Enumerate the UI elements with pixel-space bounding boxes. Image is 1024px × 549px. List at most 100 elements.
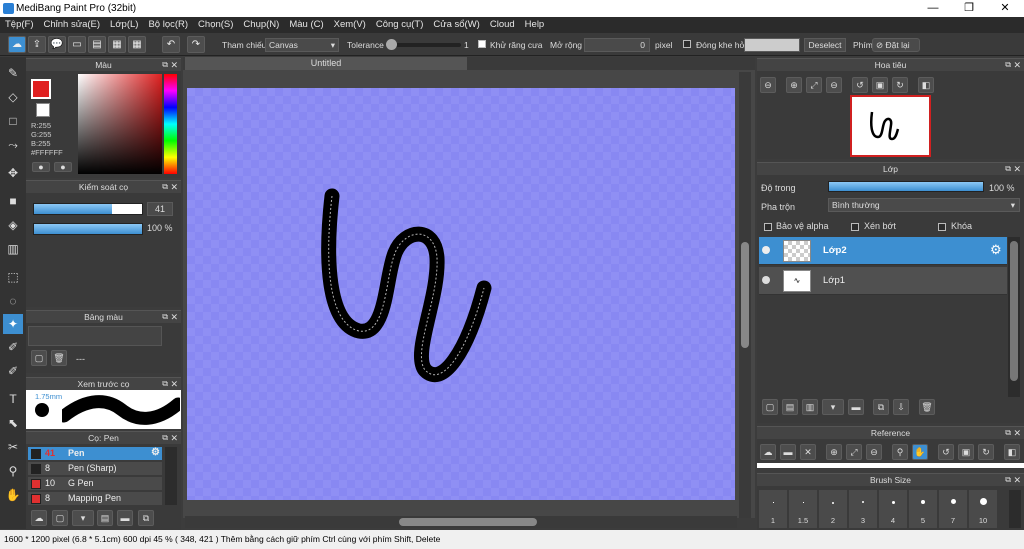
protect-alpha-checkbox[interactable] <box>764 221 772 231</box>
blend-mode-select[interactable]: Bình thường ▾ <box>828 198 1020 212</box>
close-icon[interactable]: ✕ <box>170 59 178 71</box>
palette-list[interactable] <box>28 326 162 346</box>
open-folder-icon[interactable]: ▬ <box>780 444 796 460</box>
rotate-left-icon[interactable]: ↺ <box>938 444 954 460</box>
menu-tools[interactable]: Công cụ(T) <box>371 17 429 33</box>
menu-window[interactable]: Cửa sổ(W) <box>428 17 484 33</box>
layer-row-lop1[interactable]: ∿ Lớp1 <box>759 267 1007 295</box>
new-layer-icon[interactable]: ▢ <box>762 399 778 415</box>
tolerance-slider[interactable] <box>388 43 461 47</box>
reference-select[interactable]: Canvas ▾ <box>265 38 339 52</box>
eraser-tool-icon[interactable]: ◇ <box>3 87 23 107</box>
new-palette-icon[interactable]: ▢ <box>31 350 47 366</box>
rotate-left-icon[interactable]: ↺ <box>852 77 868 93</box>
layers-scroll-thumb[interactable] <box>1010 241 1018 381</box>
select-eraser-tool-icon[interactable]: ✐ <box>3 361 23 381</box>
menu-view[interactable]: Xem(V) <box>329 17 371 33</box>
bucket-tool-icon[interactable]: ◈ <box>3 215 23 235</box>
brush-size-slider[interactable] <box>33 203 143 215</box>
float-icon[interactable]: ⧉ <box>162 378 168 390</box>
panel-icon[interactable]: ▦ <box>108 36 126 53</box>
document-canvas[interactable] <box>187 88 735 500</box>
brush-item-pen-sharp[interactable]: 8 Pen (Sharp) <box>28 462 162 476</box>
vscroll-thumb[interactable] <box>741 242 749 348</box>
layers-scrollbar[interactable] <box>1008 237 1020 397</box>
move-tool-icon[interactable]: ✥ <box>3 163 23 183</box>
brush-item-pen[interactable]: 41 Pen ⚙ <box>28 447 162 461</box>
menu-cloud[interactable]: Cloud <box>485 17 520 33</box>
layer-row-lop2[interactable]: Lớp2 ⚙ <box>759 237 1007 265</box>
size-cell[interactable]: 1.5 <box>789 490 817 528</box>
reset-view-icon[interactable]: ▣ <box>958 444 974 460</box>
comment-icon[interactable]: 💬 <box>48 36 66 53</box>
background-color-swatch[interactable] <box>36 103 50 117</box>
brush-item-g-pen[interactable]: 10 G Pen <box>28 477 162 491</box>
saturation-value-picker[interactable] <box>78 74 162 174</box>
lock-checkbox[interactable] <box>938 221 946 231</box>
operation-tool-icon[interactable]: ⬉ <box>3 413 23 433</box>
undo-icon[interactable]: ↶ <box>162 36 180 53</box>
menu-filter[interactable]: Bộ lọc(R) <box>143 17 193 33</box>
eyedropper-icon[interactable]: ⚲ <box>892 444 908 460</box>
reset-view-icon[interactable]: ▣ <box>872 77 888 93</box>
hue-slider[interactable] <box>164 74 177 174</box>
expand-input[interactable]: 0 <box>584 38 650 52</box>
document-icon[interactable]: ▤ <box>88 36 106 53</box>
merge-layer-icon[interactable]: ⇩ <box>893 399 909 415</box>
fit-icon[interactable]: ⤢ <box>806 77 822 93</box>
fill-shape-tool-icon[interactable]: ■ <box>3 191 23 211</box>
layer-folder-icon[interactable]: ▬ <box>848 399 864 415</box>
delete-layer-icon[interactable]: 🗑 <box>919 399 935 415</box>
hand-icon[interactable]: ✋ <box>912 444 928 460</box>
rotate-right-icon[interactable]: ↻ <box>892 77 908 93</box>
float-icon[interactable]: ⧉ <box>1005 163 1011 175</box>
float-icon[interactable]: ⧉ <box>1005 59 1011 71</box>
float-icon[interactable]: ⧉ <box>162 59 168 71</box>
canvas-hscrollbar[interactable] <box>185 516 737 528</box>
close-icon[interactable]: ✕ <box>1013 474 1021 486</box>
eye-icon[interactable] <box>762 246 770 254</box>
redo-icon[interactable]: ↷ <box>187 36 205 53</box>
close-gap-checkbox[interactable] <box>683 38 691 48</box>
maximize-button[interactable]: ❐ <box>952 0 986 17</box>
eye-icon[interactable] <box>762 276 770 284</box>
select-pen-tool-icon[interactable]: ✐ <box>3 337 23 357</box>
folder-icon[interactable]: ▬ <box>117 510 133 526</box>
flip-icon[interactable]: ◧ <box>918 77 934 93</box>
gear-icon[interactable]: ⚙ <box>151 447 160 458</box>
trash-icon[interactable]: 🗑 <box>51 350 67 366</box>
reset-key-button[interactable]: ⊘ Đặt lại <box>872 38 920 52</box>
close-icon[interactable]: ✕ <box>170 378 178 390</box>
menu-file[interactable]: Tệp(F) <box>0 17 39 33</box>
cloud-icon[interactable]: ☁ <box>8 36 26 53</box>
magic-wand-tool-icon[interactable]: ✦ <box>3 314 23 334</box>
curve-tool-icon[interactable]: ⤳ <box>3 135 23 155</box>
size-cell[interactable]: 4 <box>879 490 907 528</box>
size-cell[interactable]: 1 <box>759 490 787 528</box>
new-brush-icon[interactable]: ▢ <box>52 510 68 526</box>
zoom-out-icon[interactable]: ⊖ <box>760 77 776 93</box>
color-remove-icon[interactable]: ● <box>54 162 72 172</box>
zoom-out-icon[interactable]: ⊖ <box>866 444 882 460</box>
brush-size-value[interactable]: 41 <box>147 202 173 216</box>
size-cell[interactable]: 7 <box>939 490 967 528</box>
menu-edit[interactable]: Chỉnh sửa(E) <box>39 17 106 33</box>
duplicate-icon[interactable]: ⧉ <box>138 510 154 526</box>
zoom-in-icon[interactable]: ⊕ <box>786 77 802 93</box>
tolerance-slider-handle[interactable] <box>386 39 397 50</box>
deselect-button[interactable]: Deselect <box>804 38 846 52</box>
zoom-100-icon[interactable]: ⊖ <box>826 77 842 93</box>
navigator-thumbnail[interactable] <box>850 95 931 157</box>
close-gap-input[interactable] <box>744 38 800 52</box>
menu-snap[interactable]: Chụp(N) <box>238 17 284 33</box>
rotate-right-icon[interactable]: ↻ <box>978 444 994 460</box>
antialias-checkbox[interactable] <box>478 38 486 48</box>
float-icon[interactable]: ⧉ <box>162 311 168 323</box>
brush-size-scrollbar[interactable] <box>1009 490 1021 528</box>
brush-item-mapping-pen[interactable]: 8 Mapping Pen <box>28 492 162 506</box>
new-1bit-layer-icon[interactable]: ▥ <box>802 399 818 415</box>
lasso-tool-icon[interactable]: ◌ <box>3 291 23 311</box>
size-cell[interactable]: 5 <box>909 490 937 528</box>
canvas-vscrollbar[interactable] <box>739 72 751 518</box>
float-icon[interactable]: ⧉ <box>162 432 168 444</box>
